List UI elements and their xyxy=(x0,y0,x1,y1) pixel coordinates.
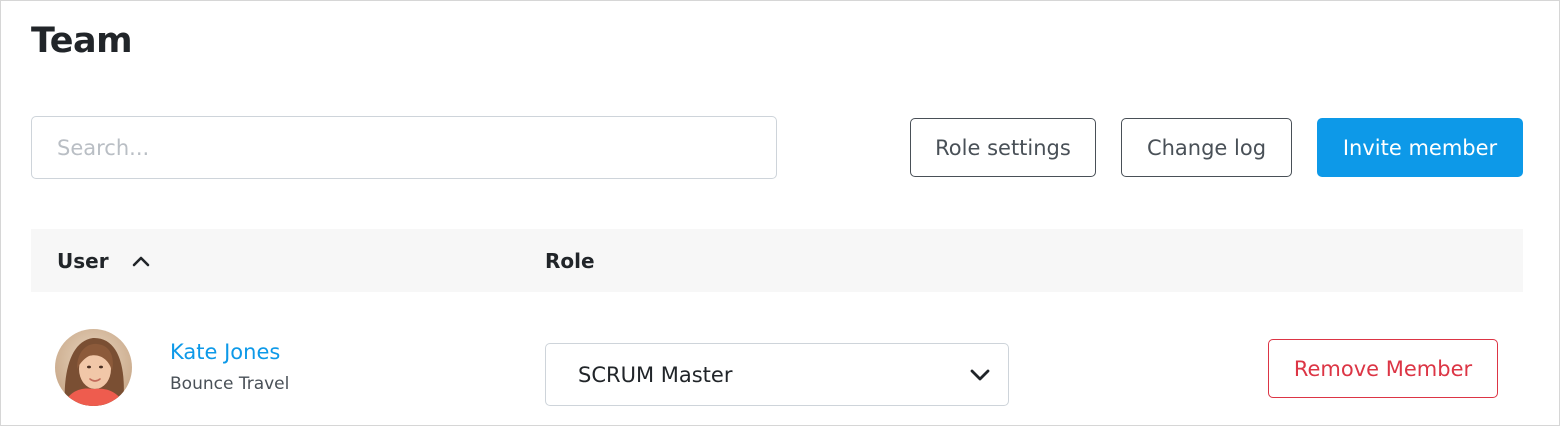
change-log-button[interactable]: Change log xyxy=(1121,118,1292,177)
remove-member-label: Remove Member xyxy=(1293,356,1473,381)
role-select[interactable]: SCRUM Master xyxy=(545,343,1009,406)
page-title: Team xyxy=(31,21,133,61)
user-photo xyxy=(55,329,132,406)
column-header-user[interactable]: User xyxy=(57,229,151,292)
change-log-label: Change log xyxy=(1146,135,1267,160)
chevron-up-icon xyxy=(132,256,149,266)
table-header: User Role xyxy=(31,229,1523,292)
team-panel: Team Role settings Change log Invite mem… xyxy=(0,0,1560,426)
column-header-user-label: User xyxy=(57,248,109,273)
search-input[interactable] xyxy=(31,116,777,179)
role-select-value: SCRUM Master xyxy=(578,362,733,387)
column-header-role: Role xyxy=(545,229,595,292)
user-name-link[interactable]: Kate Jones xyxy=(170,340,280,364)
avatar xyxy=(55,329,132,406)
role-settings-button[interactable]: Role settings xyxy=(910,118,1096,177)
column-header-role-label: Role xyxy=(545,248,595,273)
invite-member-button[interactable]: Invite member xyxy=(1317,118,1523,177)
invite-member-label: Invite member xyxy=(1342,135,1498,160)
table-row: Kate Jones Bounce Travel SCRUM Master Re… xyxy=(31,292,1523,427)
chevron-down-icon xyxy=(970,369,990,381)
user-company: Bounce Travel xyxy=(170,374,290,394)
role-settings-label: Role settings xyxy=(935,135,1071,160)
remove-member-button[interactable]: Remove Member xyxy=(1268,339,1498,398)
